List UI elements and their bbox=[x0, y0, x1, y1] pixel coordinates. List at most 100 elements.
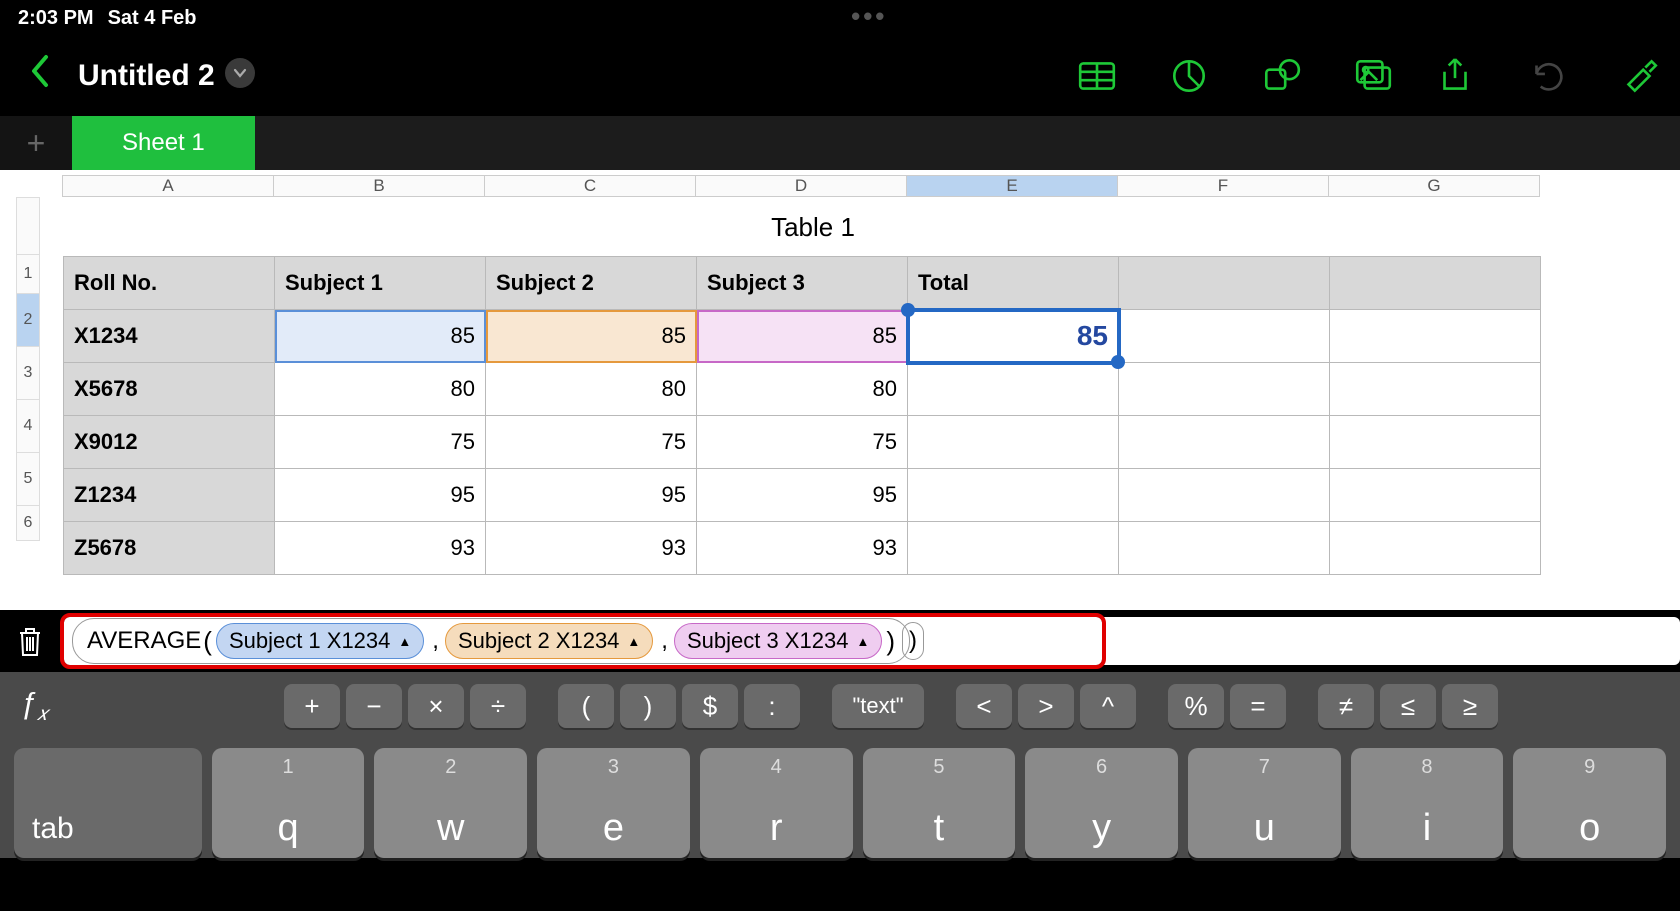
cell[interactable]: Z5678 bbox=[64, 522, 275, 575]
row-3[interactable]: 3 bbox=[16, 346, 40, 400]
header-sub3[interactable]: Subject 3 bbox=[697, 257, 908, 310]
cell[interactable] bbox=[1330, 310, 1541, 363]
back-button[interactable] bbox=[20, 53, 58, 99]
cell[interactable]: 80 bbox=[275, 363, 486, 416]
cell[interactable]: 93 bbox=[275, 522, 486, 575]
spreadsheet-canvas[interactable]: A B C D E F G 1 2 3 4 5 6 Table 1 Roll N… bbox=[0, 170, 1680, 610]
col-A[interactable]: A bbox=[62, 175, 274, 197]
row-2[interactable]: 2 bbox=[16, 293, 40, 347]
op-plus[interactable]: + bbox=[284, 684, 340, 728]
fx-button[interactable]: ƒ𝑥 bbox=[8, 687, 278, 726]
delete-formula-button[interactable] bbox=[0, 625, 60, 657]
op-caret[interactable]: ^ bbox=[1080, 684, 1136, 728]
header-sub1[interactable]: Subject 1 bbox=[275, 257, 486, 310]
key-u[interactable]: 7u bbox=[1188, 748, 1341, 858]
col-C[interactable]: C bbox=[484, 175, 696, 197]
col-G[interactable]: G bbox=[1328, 175, 1540, 197]
cell[interactable]: 75 bbox=[275, 416, 486, 469]
selection-handle[interactable] bbox=[1111, 355, 1125, 369]
formula-token[interactable]: Subject 1 X1234▲ bbox=[216, 623, 424, 659]
op-rparen[interactable]: ) bbox=[620, 684, 676, 728]
col-D[interactable]: D bbox=[695, 175, 907, 197]
op-le[interactable]: ≤ bbox=[1380, 684, 1436, 728]
op-text[interactable]: "text" bbox=[832, 684, 924, 728]
cell[interactable]: 95 bbox=[486, 469, 697, 522]
header-roll[interactable]: Roll No. bbox=[64, 257, 275, 310]
cell[interactable]: 85 bbox=[697, 310, 908, 363]
cell[interactable]: 95 bbox=[275, 469, 486, 522]
undo-icon[interactable] bbox=[1526, 55, 1568, 97]
cell[interactable] bbox=[1119, 310, 1330, 363]
data-table[interactable]: Roll No. Subject 1 Subject 2 Subject 3 T… bbox=[63, 256, 1541, 575]
cell[interactable]: X9012 bbox=[64, 416, 275, 469]
op-gt[interactable]: > bbox=[1018, 684, 1074, 728]
tab-key[interactable]: tab bbox=[14, 748, 202, 858]
add-sheet-button[interactable]: + bbox=[0, 116, 72, 170]
cell[interactable] bbox=[908, 469, 1119, 522]
col-B[interactable]: B bbox=[273, 175, 485, 197]
key-i[interactable]: 8i bbox=[1351, 748, 1504, 858]
cell[interactable] bbox=[1330, 416, 1541, 469]
share-icon[interactable] bbox=[1434, 55, 1476, 97]
cell[interactable]: Z1234 bbox=[64, 469, 275, 522]
formula-function-pill[interactable]: AVERAGE ( Subject 1 X1234▲ , Subject 2 X… bbox=[72, 618, 910, 664]
chart-icon[interactable] bbox=[1168, 55, 1210, 97]
op-divide[interactable]: ÷ bbox=[470, 684, 526, 728]
header-total[interactable]: Total bbox=[908, 257, 1119, 310]
cell[interactable]: 93 bbox=[486, 522, 697, 575]
cell[interactable] bbox=[1330, 469, 1541, 522]
key-o[interactable]: 9o bbox=[1513, 748, 1666, 858]
key-e[interactable]: 3e bbox=[537, 748, 690, 858]
key-r[interactable]: 4r bbox=[700, 748, 853, 858]
cell[interactable] bbox=[1119, 363, 1330, 416]
cell[interactable]: 85 bbox=[486, 310, 697, 363]
sheet-tab[interactable]: Sheet 1 bbox=[72, 116, 255, 170]
media-icon[interactable] bbox=[1352, 55, 1394, 97]
op-multiply[interactable]: × bbox=[408, 684, 464, 728]
key-t[interactable]: 5t bbox=[863, 748, 1016, 858]
row-6[interactable]: 6 bbox=[16, 505, 40, 541]
formula-input[interactable]: AVERAGE ( Subject 1 X1234▲ , Subject 2 X… bbox=[64, 617, 1102, 665]
cell[interactable]: 75 bbox=[486, 416, 697, 469]
header-sub2[interactable]: Subject 2 bbox=[486, 257, 697, 310]
cell[interactable] bbox=[1330, 363, 1541, 416]
cell[interactable]: 75 bbox=[697, 416, 908, 469]
format-brush-icon[interactable] bbox=[1618, 55, 1660, 97]
active-cell[interactable]: 85 bbox=[908, 310, 1119, 363]
key-q[interactable]: 1q bbox=[212, 748, 365, 858]
selection-handle[interactable] bbox=[901, 303, 915, 317]
op-percent[interactable]: % bbox=[1168, 684, 1224, 728]
op-eq[interactable]: = bbox=[1230, 684, 1286, 728]
cell[interactable] bbox=[1119, 416, 1330, 469]
more-icon[interactable]: ••• bbox=[851, 1, 887, 32]
shape-icon[interactable] bbox=[1260, 55, 1302, 97]
cell[interactable] bbox=[1119, 469, 1330, 522]
row-1[interactable]: 1 bbox=[16, 254, 40, 294]
header-blank1[interactable] bbox=[1119, 257, 1330, 310]
op-ne[interactable]: ≠ bbox=[1318, 684, 1374, 728]
row-4[interactable]: 4 bbox=[16, 399, 40, 453]
table-title[interactable]: Table 1 bbox=[63, 198, 1563, 256]
cell[interactable] bbox=[908, 416, 1119, 469]
document-title[interactable]: Untitled 2 bbox=[78, 59, 215, 93]
op-lparen[interactable]: ( bbox=[558, 684, 614, 728]
cell[interactable] bbox=[908, 522, 1119, 575]
cell[interactable] bbox=[908, 363, 1119, 416]
key-w[interactable]: 2w bbox=[374, 748, 527, 858]
header-blank2[interactable] bbox=[1330, 257, 1541, 310]
cell[interactable] bbox=[1330, 522, 1541, 575]
formula-input-extra[interactable] bbox=[1102, 617, 1680, 665]
row-5[interactable]: 5 bbox=[16, 452, 40, 506]
cell[interactable] bbox=[1119, 522, 1330, 575]
op-lt[interactable]: < bbox=[956, 684, 1012, 728]
formula-token[interactable]: Subject 2 X1234▲ bbox=[445, 623, 653, 659]
op-dollar[interactable]: $ bbox=[682, 684, 738, 728]
op-ge[interactable]: ≥ bbox=[1442, 684, 1498, 728]
cell[interactable]: X5678 bbox=[64, 363, 275, 416]
col-F[interactable]: F bbox=[1117, 175, 1329, 197]
cell[interactable]: 80 bbox=[486, 363, 697, 416]
title-chevron-icon[interactable] bbox=[225, 58, 255, 88]
cell[interactable]: 95 bbox=[697, 469, 908, 522]
col-E[interactable]: E bbox=[906, 175, 1118, 197]
formula-token[interactable]: Subject 3 X1234▲ bbox=[674, 623, 882, 659]
